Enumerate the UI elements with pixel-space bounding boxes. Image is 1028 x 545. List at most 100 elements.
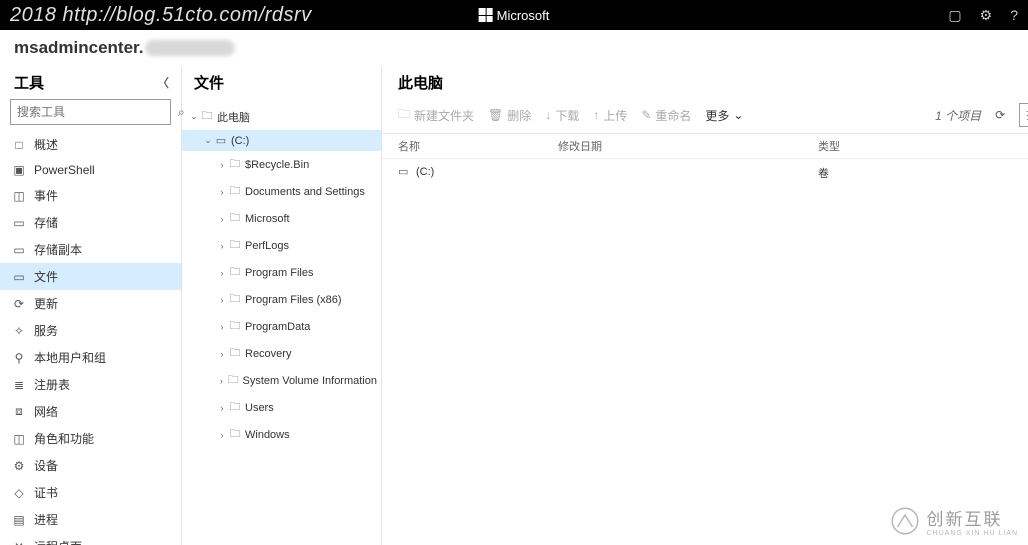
tool-label: PowerShell bbox=[34, 163, 95, 177]
sidebar-item[interactable]: ◇证书 bbox=[0, 479, 181, 506]
tree-node[interactable]: ›🗀$Recycle.Bin bbox=[182, 151, 381, 178]
content-search-input[interactable] bbox=[1020, 108, 1028, 122]
table-row[interactable]: ▭(C:)卷104,343,548 KB bbox=[382, 159, 1028, 195]
content-search[interactable]: ⌕ bbox=[1019, 103, 1028, 127]
expand-icon[interactable]: › bbox=[216, 295, 228, 305]
tool-icon: ▤ bbox=[12, 513, 26, 527]
sidebar-item[interactable]: ◫ 角色和功能 bbox=[0, 425, 181, 452]
sidebar-item[interactable]: ✧服务 bbox=[0, 317, 181, 344]
folder-icon: 🗀 bbox=[228, 317, 242, 336]
tree-node[interactable]: ›🗀Recovery bbox=[182, 340, 381, 367]
new-folder-button[interactable]: 🗀新建文件夹 bbox=[398, 105, 474, 126]
delete-icon: 🗑 bbox=[488, 108, 503, 122]
sidebar-item[interactable]: □概述 bbox=[0, 131, 181, 158]
tool-label: 概述 bbox=[34, 136, 58, 153]
sidebar-item[interactable]: ✕ 远程桌面 bbox=[0, 533, 181, 545]
sidebar-item[interactable]: ⚙设备 bbox=[0, 452, 181, 479]
download-label: 下载 bbox=[555, 107, 579, 124]
tree-node[interactable]: ⌄▭(C:) bbox=[182, 130, 381, 151]
sidebar-item[interactable]: ⚲本地用户和组 bbox=[0, 344, 181, 371]
brand-label: Microsoft bbox=[497, 8, 550, 23]
tree-node[interactable]: ›🗀Documents and Settings bbox=[182, 178, 381, 205]
expand-icon[interactable]: › bbox=[216, 268, 228, 278]
expand-icon[interactable]: › bbox=[216, 430, 228, 440]
expand-icon[interactable]: › bbox=[216, 187, 228, 197]
watermark: 创新互联 CHUANG XIN HU LIAN bbox=[890, 505, 1018, 537]
col-name[interactable]: 名称 bbox=[398, 138, 558, 154]
sidebar-search-input[interactable] bbox=[11, 105, 178, 119]
tree-node[interactable]: ⌄🗀此电脑 bbox=[182, 103, 381, 130]
refresh-button[interactable]: ⟳ bbox=[995, 108, 1005, 122]
rename-icon: ✎ bbox=[641, 108, 651, 122]
tool-icon: ▭ bbox=[12, 216, 26, 230]
host-name: msadmincenter. bbox=[14, 38, 143, 58]
tool-icon: ◇ bbox=[12, 486, 26, 500]
tool-icon: ⧈ bbox=[12, 405, 26, 419]
sidebar-item[interactable]: ▭文件 bbox=[0, 263, 181, 290]
sidebar-item[interactable]: ⟳更新 bbox=[0, 290, 181, 317]
col-date[interactable]: 修改日期 bbox=[558, 138, 818, 154]
tree-node[interactable]: ›🗀Program Files (x86) bbox=[182, 286, 381, 313]
row-name: (C:) bbox=[416, 166, 434, 178]
sidebar-search[interactable]: ⌕ bbox=[10, 99, 171, 125]
more-label: 更多 bbox=[705, 107, 729, 124]
new-folder-icon: 🗀 bbox=[398, 105, 410, 126]
sidebar-item[interactable]: ▣PowerShell bbox=[0, 158, 181, 182]
tool-label: 设备 bbox=[34, 457, 58, 474]
tool-label: 远程桌面 bbox=[34, 538, 82, 545]
tool-icon: ✕ bbox=[12, 540, 26, 545]
expand-icon[interactable]: › bbox=[216, 403, 228, 413]
folder-icon: 🗀 bbox=[228, 263, 242, 282]
folder-icon: 🗀 bbox=[228, 425, 242, 444]
sidebar-collapse-icon[interactable]: 〈 bbox=[157, 74, 169, 91]
sidebar-item[interactable]: ⧈网络 bbox=[0, 398, 181, 425]
tool-icon: ◫ bbox=[12, 189, 26, 203]
expand-icon[interactable]: › bbox=[216, 376, 227, 386]
help-icon[interactable]: ? bbox=[1010, 7, 1018, 24]
node-label: (C:) bbox=[231, 135, 249, 147]
tree-node[interactable]: ›🗀PerfLogs bbox=[182, 232, 381, 259]
tree-node[interactable]: ›🗀Windows bbox=[182, 421, 381, 448]
tree-node[interactable]: ›🗀Program Files bbox=[182, 259, 381, 286]
sidebar-item[interactable]: ▭存储副本 bbox=[0, 236, 181, 263]
expand-icon[interactable]: › bbox=[216, 241, 228, 251]
folder-icon: 🗀 bbox=[228, 155, 242, 174]
more-button[interactable]: 更多 ⌄ bbox=[705, 107, 743, 124]
rename-button[interactable]: ✎重命名 bbox=[641, 107, 691, 124]
upload-button[interactable]: ↑上传 bbox=[593, 107, 627, 124]
sidebar-item[interactable]: ▭存储 bbox=[0, 209, 181, 236]
content-pane: 此电脑 🗀新建文件夹 🗑删除 ↓下载 ↑上传 ✎重命名 更多 ⌄ 1 个项目 ⟳… bbox=[382, 66, 1028, 545]
microsoft-logo-icon bbox=[479, 8, 493, 22]
node-label: ProgramData bbox=[245, 321, 310, 333]
folder-icon: 🗀 bbox=[228, 344, 242, 363]
tree-node[interactable]: ›🗀System Volume Information bbox=[182, 367, 381, 394]
sidebar-item[interactable]: ≣注册表 bbox=[0, 371, 181, 398]
download-button[interactable]: ↓下载 bbox=[545, 107, 579, 124]
expand-icon[interactable]: ⌄ bbox=[202, 135, 214, 146]
expand-icon[interactable]: ⌄ bbox=[188, 111, 200, 122]
tool-label: 角色和功能 bbox=[34, 430, 94, 447]
delete-button[interactable]: 🗑删除 bbox=[488, 107, 531, 124]
tree-node[interactable]: ›🗀Microsoft bbox=[182, 205, 381, 232]
node-label: Microsoft bbox=[245, 213, 290, 225]
row-date bbox=[558, 165, 818, 189]
expand-icon[interactable]: › bbox=[216, 322, 228, 332]
folder-icon: 🗀 bbox=[227, 371, 240, 390]
tool-label: 事件 bbox=[34, 187, 58, 204]
gear-icon[interactable]: ⚙ bbox=[980, 7, 993, 24]
row-type: 卷 bbox=[818, 165, 1028, 189]
expand-icon[interactable]: › bbox=[216, 349, 228, 359]
brand: Microsoft bbox=[479, 8, 550, 23]
expand-icon[interactable]: › bbox=[216, 160, 228, 170]
node-label: Documents and Settings bbox=[245, 186, 365, 198]
tree-node[interactable]: ›🗀Users bbox=[182, 394, 381, 421]
notifications-icon[interactable]: ▢ bbox=[948, 7, 961, 24]
sidebar-item[interactable]: ▤进程 bbox=[0, 506, 181, 533]
tool-icon: ⟳ bbox=[12, 297, 26, 311]
tree-node[interactable]: ›🗀ProgramData bbox=[182, 313, 381, 340]
tool-label: 文件 bbox=[34, 268, 58, 285]
sidebar-item[interactable]: ◫ 事件 bbox=[0, 182, 181, 209]
tool-icon: ◫ bbox=[12, 432, 26, 446]
expand-icon[interactable]: › bbox=[216, 214, 228, 224]
col-type[interactable]: 类型 bbox=[818, 138, 1028, 154]
